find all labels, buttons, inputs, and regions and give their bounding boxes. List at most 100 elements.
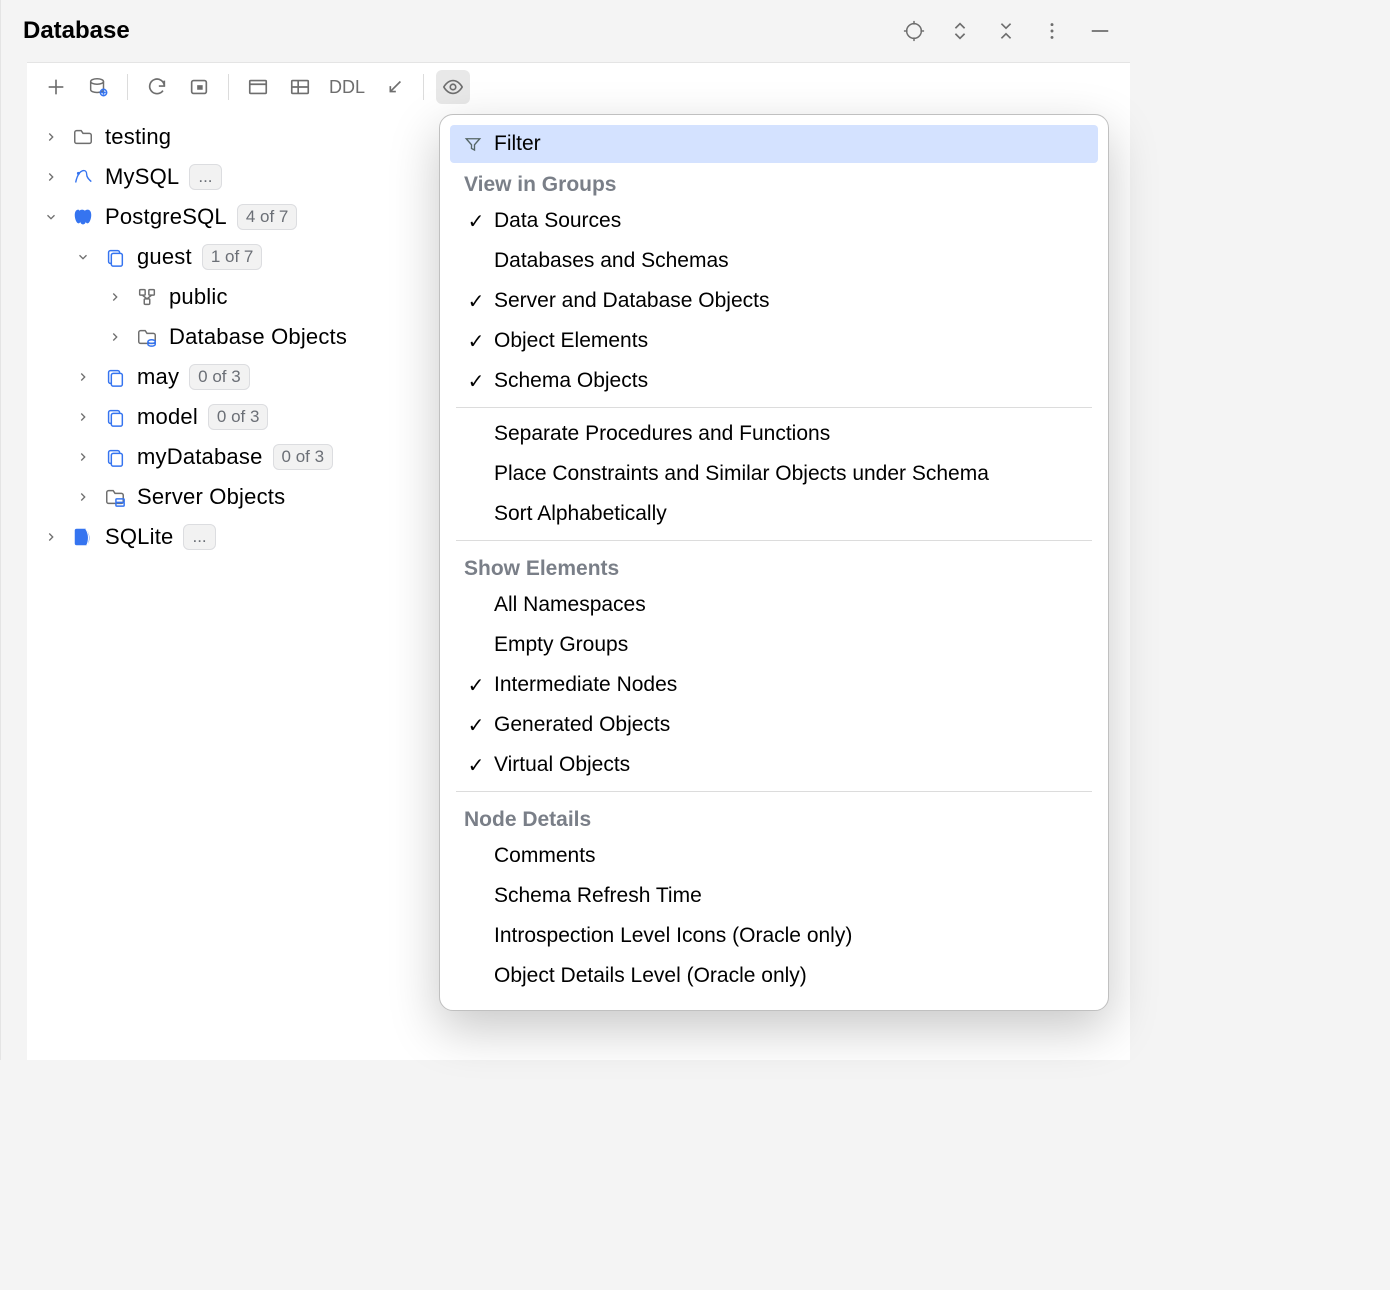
tree-item-label: guest — [137, 244, 192, 270]
chevron-right-icon[interactable] — [105, 330, 125, 344]
tree-item-label: SQLite — [105, 524, 173, 550]
popup-menu-item[interactable]: Databases and Schemas — [456, 241, 1092, 281]
stop-button[interactable] — [182, 70, 216, 104]
popup-separator — [456, 540, 1092, 541]
popup-sections: View in Groups✓Data SourcesDatabases and… — [450, 163, 1098, 996]
tree-item-badge: 4 of 7 — [237, 204, 298, 230]
popup-menu-item-label: Empty Groups — [494, 633, 628, 657]
datasource-properties-button[interactable] — [81, 70, 115, 104]
popup-section: Separate Procedures and Functions Place C… — [450, 414, 1098, 534]
popup-menu-item-label: Databases and Schemas — [494, 249, 729, 273]
chevron-right-icon[interactable] — [41, 170, 61, 184]
collapse-icon[interactable] — [994, 19, 1018, 43]
popup-menu-item[interactable]: ✓Schema Objects — [456, 361, 1092, 401]
popup-menu-item-label: Schema Objects — [494, 369, 648, 393]
popup-menu-item[interactable]: ✓Object Elements — [456, 321, 1092, 361]
popup-menu-item[interactable]: Empty Groups — [456, 625, 1092, 665]
chevron-right-icon[interactable] — [73, 410, 93, 424]
popup-separator — [456, 791, 1092, 792]
refresh-button[interactable] — [140, 70, 174, 104]
chevron-right-icon[interactable] — [73, 490, 93, 504]
popup-menu-item-label: Server and Database Objects — [494, 289, 769, 313]
tree-item-label: testing — [105, 124, 171, 150]
popup-menu-item[interactable]: ✓Data Sources — [456, 201, 1092, 241]
header-actions — [902, 19, 1114, 43]
tree-item-badge: ... — [183, 524, 215, 550]
check-icon: ✓ — [464, 369, 488, 394]
console-button[interactable] — [241, 70, 275, 104]
popup-menu-item[interactable]: Separate Procedures and Functions — [456, 414, 1092, 454]
tree-item-badge: 1 of 7 — [202, 244, 263, 270]
chevron-right-icon[interactable] — [105, 290, 125, 304]
popup-menu-item-label: Introspection Level Icons (Oracle only) — [494, 924, 852, 948]
popup-menu-item[interactable]: All Namespaces — [456, 585, 1092, 625]
popup-menu-item[interactable]: Comments — [456, 836, 1092, 876]
chevron-right-icon[interactable] — [41, 530, 61, 544]
dbobjects-icon — [135, 325, 159, 349]
serverobjects-icon — [103, 485, 127, 509]
popup-menu-item-label: Comments — [494, 844, 596, 868]
popup-filter-row[interactable]: Filter — [450, 125, 1098, 163]
minimize-icon[interactable] — [1086, 19, 1114, 43]
chevron-right-icon[interactable] — [41, 130, 61, 144]
popup-menu-item[interactable]: Object Details Level (Oracle only) — [456, 956, 1092, 996]
check-icon: ✓ — [464, 289, 488, 314]
db-icon — [103, 245, 127, 269]
tree-item-badge: ... — [189, 164, 221, 190]
popup-menu-item[interactable]: ✓Generated Objects — [456, 705, 1092, 745]
popup-section: Node Details Comments Schema Refresh Time I… — [450, 798, 1098, 996]
popup-menu-item[interactable]: Sort Alphabetically — [456, 494, 1092, 534]
check-icon: ✓ — [464, 713, 488, 738]
db-icon — [103, 405, 127, 429]
popup-menu-item-label: All Namespaces — [494, 593, 646, 617]
popup-menu-item-label: Data Sources — [494, 209, 621, 233]
postgres-icon — [71, 205, 95, 229]
tree-item-badge: 0 of 3 — [273, 444, 334, 470]
popup-menu-item[interactable]: Place Constraints and Similar Objects un… — [456, 454, 1092, 494]
target-icon[interactable] — [902, 19, 926, 43]
popup-menu-item-label: Place Constraints and Similar Objects un… — [494, 462, 989, 486]
popup-menu-item[interactable]: Schema Refresh Time — [456, 876, 1092, 916]
ddl-button[interactable]: DDL — [325, 77, 369, 98]
popup-menu-item[interactable]: ✓Intermediate Nodes — [456, 665, 1092, 705]
popup-menu-item-label: Intermediate Nodes — [494, 673, 677, 697]
tree-item-label: PostgreSQL — [105, 204, 227, 230]
tree-item-badge: 0 of 3 — [208, 404, 269, 430]
toolbar: DDL — [27, 63, 1130, 111]
popup-section: Show Elements All Namespaces Empty Groups ✓… — [450, 547, 1098, 785]
tree-item-label: myDatabase — [137, 444, 263, 470]
more-vertical-icon[interactable] — [1040, 19, 1064, 43]
tree-item-label: model — [137, 404, 198, 430]
popup-menu-item-label: Schema Refresh Time — [494, 884, 702, 908]
popup-section-title: Node Details — [456, 798, 1092, 836]
folder-icon — [71, 125, 95, 149]
toolbar-separator — [228, 74, 229, 100]
popup-menu-item-label: Object Details Level (Oracle only) — [494, 964, 807, 988]
tree-item-label: Server Objects — [137, 484, 285, 510]
popup-menu-item[interactable]: ✓Virtual Objects — [456, 745, 1092, 785]
popup-menu-item-label: Separate Procedures and Functions — [494, 422, 830, 446]
add-button[interactable] — [39, 70, 73, 104]
check-icon: ✓ — [464, 209, 488, 234]
database-tool-window: Database — [0, 0, 1130, 1060]
tree-item-label: may — [137, 364, 179, 390]
expand-icon[interactable] — [948, 19, 972, 43]
table-button[interactable] — [283, 70, 317, 104]
chevron-down-icon[interactable] — [73, 250, 93, 264]
db-icon — [103, 365, 127, 389]
popup-menu-item[interactable]: Introspection Level Icons (Oracle only) — [456, 916, 1092, 956]
tree-item-label: MySQL — [105, 164, 179, 190]
view-options-popup: Filter View in Groups✓Data SourcesDataba… — [439, 114, 1109, 1011]
show-options-button[interactable] — [436, 70, 470, 104]
chevron-right-icon[interactable] — [73, 450, 93, 464]
schema-icon — [135, 285, 159, 309]
tree-item-badge: 0 of 3 — [189, 364, 250, 390]
mysql-icon — [71, 165, 95, 189]
jump-to-source-button[interactable] — [377, 70, 411, 104]
popup-section-title: View in Groups — [456, 163, 1092, 201]
popup-section-title: Show Elements — [456, 547, 1092, 585]
sqlite-icon — [71, 525, 95, 549]
popup-menu-item[interactable]: ✓Server and Database Objects — [456, 281, 1092, 321]
chevron-down-icon[interactable] — [41, 210, 61, 224]
chevron-right-icon[interactable] — [73, 370, 93, 384]
